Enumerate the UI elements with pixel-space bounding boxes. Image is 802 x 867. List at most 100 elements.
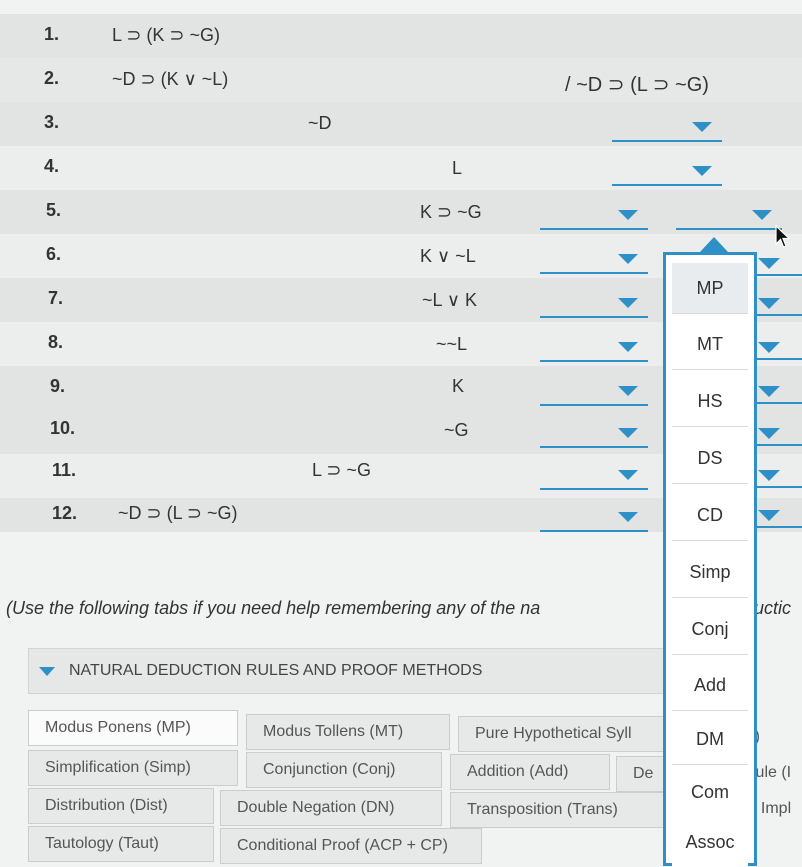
line-ref-dropdown[interactable] [540,506,648,532]
line-formula: ~~L [436,334,468,354]
line-formula: K ∨ ~L [420,246,476,266]
chevron-down-icon [618,342,638,352]
line-number: 6. [46,244,62,264]
menu-option-cd[interactable]: CD [672,490,748,541]
chevron-down-icon [758,428,780,439]
tab-transposition[interactable]: Transposition (Trans) [450,792,666,828]
menu-option-conj[interactable]: Conj [672,604,748,655]
rule-dropdown-line-3[interactable] [612,116,722,142]
tab-label: Double Negation (DN) [237,799,395,816]
tab-label: Conjunction (Conj) [263,761,396,778]
rule-dropdown-peek[interactable] [756,296,802,316]
line-ref-dropdown[interactable] [540,336,648,362]
menu-option-assoc[interactable]: Assoc [672,817,748,867]
menu-option-mt[interactable]: MT [672,319,748,370]
line-ref-dropdown[interactable] [540,422,648,448]
rule-dropdown-line-4[interactable] [612,160,722,186]
line-number: 4. [44,156,60,176]
chevron-down-icon [692,166,712,176]
menu-option-com[interactable]: Com [672,767,748,818]
rule-dropdown-peek[interactable] [756,426,802,446]
tab-conditional-proof[interactable]: Conditional Proof (ACP + CP) [220,828,482,864]
tab-label: Modus Tollens (MT) [263,723,404,740]
tab-label: Simplification (Simp) [45,759,191,776]
line-formula: L ⊃ (K ⊃ ~G) [112,25,221,45]
rule-dropdown-peek[interactable] [756,256,802,276]
line-ref-dropdown[interactable] [540,380,648,406]
line-number: 12. [52,503,78,523]
line-ref-dropdown[interactable] [540,204,648,230]
menu-option-mp[interactable]: MP [672,263,748,314]
rule-dropdown-peek[interactable] [756,468,802,488]
tab-distribution[interactable]: Distribution (Dist) [28,788,214,824]
line-ref-dropdown[interactable] [540,292,648,318]
tab-modus-ponens[interactable]: Modus Ponens (MP) [28,710,238,746]
tab-modus-tollens[interactable]: Modus Tollens (MT) [246,714,450,750]
tab-pure-hypothetical-syllogism[interactable]: Pure Hypothetical Syll [458,716,666,752]
chevron-down-icon [618,298,638,308]
help-note: (Use the following tabs if you need help… [6,598,541,618]
tab-label: Tautology (Taut) [45,835,159,852]
line-number: 3. [44,112,60,132]
tab-conjunction[interactable]: Conjunction (Conj) [246,752,442,788]
chevron-down-icon [758,386,780,397]
line-number: 5. [46,200,62,220]
chevron-down-icon [618,210,638,220]
line-formula: ~D [308,113,332,133]
chevron-down-icon [692,122,712,132]
rule-dropdown-line-5[interactable] [676,204,782,230]
chevron-down-icon [618,512,638,522]
chevron-down-icon [758,258,780,269]
tab-label: Conditional Proof (ACP + CP) [237,837,448,854]
menu-option-simp[interactable]: Simp [672,547,748,598]
menu-option-add[interactable]: Add [672,660,748,711]
tab-label: Pure Hypothetical Syll [475,725,632,742]
tab-double-negation[interactable]: Double Negation (DN) [220,790,442,826]
tab-de-morgan[interactable]: De [616,756,666,792]
tab-addition[interactable]: Addition (Add) [450,754,610,790]
line-formula: L [452,158,463,178]
rules-accordion-header[interactable]: NATURAL DEDUCTION RULES AND PROOF METHOD… [28,648,668,694]
line-number: 11. [52,460,77,480]
line-number: 8. [48,332,64,352]
line-formula: K [452,376,465,396]
proof-conclusion: / ~D ⊃ (L ⊃ ~G) [565,74,709,96]
line-number: 9. [50,376,66,396]
tab-label: Modus Ponens (MP) [45,719,191,736]
tab-label: De [633,765,654,782]
chevron-down-icon [758,342,780,353]
chevron-down-icon [758,470,780,481]
tab-label: Addition (Add) [467,763,569,780]
tab-simplification[interactable]: Simplification (Simp) [28,750,238,786]
tab-tautology[interactable]: Tautology (Taut) [28,826,214,862]
line-formula: L ⊃ ~G [312,460,371,480]
menu-option-hs[interactable]: HS [672,376,748,427]
line-number: 10. [50,418,76,438]
rule-menu: MP MT HS DS CD Simp Conj Add DM Com Asso… [663,252,757,867]
line-formula: K ⊃ ~G [420,202,482,222]
mouse-cursor-icon [775,225,791,248]
tab-label: Transposition (Trans) [467,801,618,818]
chevron-down-icon [39,666,55,676]
line-ref-dropdown[interactable] [540,248,648,274]
accordion-title: NATURAL DEDUCTION RULES AND PROOF METHOD… [69,662,483,679]
rule-dropdown-peek[interactable] [756,340,802,360]
menu-option-ds[interactable]: DS [672,433,748,484]
line-ref-dropdown[interactable] [540,464,648,490]
line-number: 1. [44,24,60,44]
line-formula: ~D ⊃ (L ⊃ ~G) [118,503,238,523]
chevron-down-icon [758,510,780,521]
chevron-down-icon [618,428,638,438]
chevron-down-icon [618,254,638,264]
line-formula: ~D ⊃ (K ∨ ~L) [112,69,229,89]
menu-pointer-icon [700,237,728,252]
chevron-down-icon [618,470,638,480]
rule-dropdown-peek[interactable] [756,508,802,528]
line-formula: ~L ∨ K [422,290,478,310]
chevron-down-icon [752,210,772,220]
line-formula: ~G [444,420,469,440]
rule-dropdown-peek[interactable] [756,384,802,404]
chevron-down-icon [618,386,638,396]
line-number: 2. [44,68,60,88]
menu-option-dm[interactable]: DM [672,714,748,765]
